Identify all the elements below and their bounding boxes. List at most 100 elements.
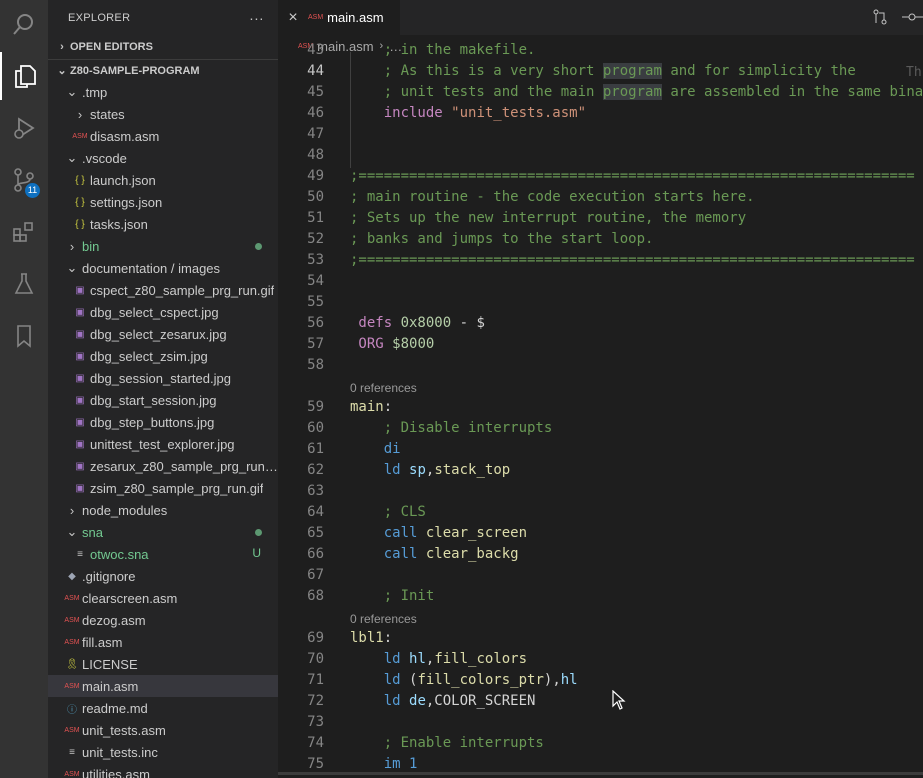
chevron-down-icon: ⌄	[66, 150, 78, 165]
tree-file[interactable]: { } tasks.json	[48, 213, 278, 235]
code-line[interactable]: ld hl,fill_colors	[350, 651, 527, 667]
code-token: ld	[350, 672, 410, 688]
code-line[interactable]: ; Init	[350, 588, 435, 604]
tree-file[interactable]: ASM utilities.asm	[48, 763, 278, 778]
tree-folder[interactable]: ⌄ sna	[48, 521, 278, 543]
code-line[interactable]: ORG $8000	[350, 336, 434, 352]
bookmarks-icon[interactable]	[0, 312, 48, 360]
tree-file[interactable]: ASM main.asm	[48, 675, 278, 697]
tree-file[interactable]: ▣ dbg_session_started.jpg	[48, 367, 278, 389]
tree-file[interactable]: ▣ dbg_step_buttons.jpg	[48, 411, 278, 433]
tree-file[interactable]: { } settings.json	[48, 191, 278, 213]
line-number: 65	[307, 525, 324, 541]
project-section[interactable]: ⌄ Z80-SAMPLE-PROGRAM	[48, 59, 278, 81]
horizontal-scrollbar[interactable]	[278, 772, 923, 775]
tree-item-label: zsim_z80_sample_prg_run.gif	[90, 480, 264, 496]
code-line[interactable]: include "unit_tests.asm"	[350, 105, 586, 121]
line-number: 74	[307, 735, 324, 751]
tab-main-asm[interactable]: × ASM main.asm	[278, 0, 400, 35]
code-line[interactable]: ; Enable interrupts	[350, 735, 544, 751]
tree-file[interactable]: ⓘ readme.md	[48, 697, 278, 719]
tree-item-label: zesarux_z80_sample_prg_run.gif	[90, 458, 278, 474]
tree-file[interactable]: ▣ dbg_start_session.jpg	[48, 389, 278, 411]
open-editors-section[interactable]: › OPEN EDITORS	[48, 36, 278, 58]
code-line[interactable]: ; Disable interrupts	[350, 420, 553, 436]
open-changes-icon[interactable]	[872, 9, 888, 25]
tree-item-label: otwoc.sna	[90, 546, 149, 562]
code-token: hl	[560, 672, 578, 688]
testing-icon[interactable]	[0, 260, 48, 308]
files-icon[interactable]	[0, 52, 48, 100]
line-number: 45	[307, 84, 324, 100]
search-icon[interactable]	[0, 0, 48, 48]
code-line[interactable]: ; unit tests and the main program are as…	[350, 84, 923, 100]
tree-file[interactable]: ◆ .gitignore	[48, 565, 278, 587]
tree-file[interactable]: ▣ dbg_select_cspect.jpg	[48, 301, 278, 323]
code-line[interactable]: ; As this is a very short program and fo…	[350, 63, 856, 79]
code-line[interactable]: call clear_backg	[350, 546, 519, 562]
code-line[interactable]: ; in the makefile.	[350, 42, 536, 58]
tree-file[interactable]: ASM dezog.asm	[48, 609, 278, 631]
timeline-icon[interactable]	[902, 9, 923, 25]
code-line[interactable]: ; main routine - the code execution star…	[350, 189, 755, 205]
code-line[interactable]: im 1	[350, 756, 418, 772]
code-line[interactable]: ;=======================================…	[350, 168, 915, 184]
tree-file[interactable]: ASM clearscreen.asm	[48, 587, 278, 609]
code-lens-references[interactable]: 0 references	[350, 612, 417, 626]
code-line[interactable]: lbl1:	[350, 630, 392, 646]
image-file-icon: ▣	[75, 284, 85, 296]
tree-item-label: dbg_start_session.jpg	[90, 392, 217, 408]
tree-file[interactable]: ASM disasm.asm	[48, 125, 278, 147]
code-line[interactable]: ld de,COLOR_SCREEN	[350, 693, 536, 709]
tree-file[interactable]: ▣ cspect_z80_sample_prg_run.gif	[48, 279, 278, 301]
close-icon[interactable]: ×	[278, 9, 308, 27]
extensions-icon[interactable]	[0, 208, 48, 256]
code-line[interactable]: di	[350, 441, 401, 457]
tree-item-label: .gitignore	[82, 568, 136, 584]
code-line[interactable]: ; Sets up the new interrupt routine, the…	[350, 210, 746, 226]
tree-file[interactable]: ▣ dbg_select_zsim.jpg	[48, 345, 278, 367]
tree-file[interactable]: 🎗 LICENSE	[48, 653, 278, 675]
ghost-text: Th	[906, 65, 922, 80]
code-line[interactable]: ld (fill_colors_ptr),hl	[350, 672, 578, 688]
source-control-icon[interactable]: 11	[0, 156, 48, 204]
code-lens-references[interactable]: 0 references	[350, 381, 417, 395]
code-line[interactable]: defs 0x8000 - $	[350, 315, 484, 331]
tree-file[interactable]: ASM fill.asm	[48, 631, 278, 653]
code-line[interactable]: ; banks and jumps to the start loop.	[350, 231, 653, 247]
tree-folder[interactable]: › bin	[48, 235, 278, 257]
tree-file[interactable]: ▣ unittest_test_explorer.jpg	[48, 433, 278, 455]
code-token: ; As this is a very short	[350, 63, 603, 79]
tree-file[interactable]: ▣ zsim_z80_sample_prg_run.gif	[48, 477, 278, 499]
info-icon: ⓘ	[67, 704, 77, 716]
tree-file[interactable]: ▣ zesarux_z80_sample_prg_run.gif	[48, 455, 278, 477]
code-line[interactable]: ld sp,stack_top	[350, 462, 510, 478]
tree-folder[interactable]: ⌄ .vscode	[48, 147, 278, 169]
tree-folder[interactable]: › states	[48, 103, 278, 125]
code-token: ld	[350, 651, 410, 667]
tree-file[interactable]: { } launch.json	[48, 169, 278, 191]
line-number: 43	[307, 42, 324, 58]
more-actions-icon[interactable]: ···	[249, 10, 264, 26]
line-number: 70	[307, 651, 324, 667]
code-token: main	[350, 399, 384, 415]
code-line[interactable]: ; CLS	[350, 504, 426, 520]
tree-file[interactable]: ASM unit_tests.asm	[48, 719, 278, 741]
line-number: 46	[307, 105, 324, 121]
tree-item-label: dbg_step_buttons.jpg	[90, 414, 215, 430]
debug-icon[interactable]	[0, 104, 48, 152]
code-token: ; CLS	[350, 504, 426, 520]
tree-file[interactable]: ≡ unit_tests.inc	[48, 741, 278, 763]
chevron-down-icon: ⌄	[66, 84, 78, 99]
tree-folder[interactable]: › node_modules	[48, 499, 278, 521]
tree-folder[interactable]: ⌄ .tmp	[48, 81, 278, 103]
code-line[interactable]: ;=======================================…	[350, 252, 915, 268]
code-line[interactable]: main:	[350, 399, 392, 415]
tree-file[interactable]: ≡ otwoc.sna U	[48, 543, 278, 565]
asm-file-icon: ASM	[64, 594, 80, 602]
json-file-icon: { }	[75, 174, 85, 186]
image-file-icon: ▣	[75, 306, 85, 318]
tree-folder[interactable]: ⌄ documentation / images	[48, 257, 278, 279]
code-line[interactable]: call clear_screen	[350, 525, 527, 541]
tree-file[interactable]: ▣ dbg_select_zesarux.jpg	[48, 323, 278, 345]
